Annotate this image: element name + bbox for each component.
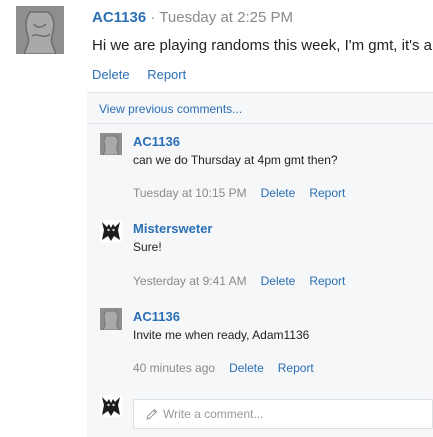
comment-delete-link[interactable]: Delete [261, 274, 296, 288]
comment-text: Invite me when ready, Adam1136 [133, 328, 310, 342]
post-author-name[interactable]: AC1136 [92, 9, 146, 26]
comment-timestamp[interactable]: Yesterday at 9:41 AM [133, 274, 247, 288]
post-delete-link[interactable]: Delete [92, 67, 130, 82]
comment-meta: Tuesday at 10:15 PM Delete Report [133, 186, 345, 200]
comment-meta: Yesterday at 9:41 AM Delete Report [133, 274, 345, 288]
write-comment-placeholder: Write a comment... [163, 407, 264, 421]
comment-text: Sure! [133, 240, 162, 254]
comment-report-link[interactable]: Report [309, 186, 345, 200]
comment-report-link[interactable]: Report [309, 274, 345, 288]
post-header: AC1136 · Tuesday at 2:25 PM [92, 9, 293, 26]
current-user-avatar [100, 395, 122, 417]
comment-timestamp[interactable]: Tuesday at 10:15 PM [133, 186, 247, 200]
post-body-text: Hi we are playing randoms this week, I'm… [92, 37, 433, 54]
comment-delete-link[interactable]: Delete [261, 186, 296, 200]
comment-avatar[interactable] [100, 133, 122, 155]
comment-author[interactable]: AC1136 [133, 309, 180, 324]
comment-avatar[interactable] [100, 308, 122, 330]
view-previous-comments-link[interactable]: View previous comments... [99, 102, 242, 116]
post-report-link[interactable]: Report [147, 67, 186, 82]
pencil-icon [146, 408, 158, 420]
comment-avatar[interactable] [100, 220, 122, 242]
post-timestamp[interactable]: Tuesday at 2:25 PM [159, 9, 293, 26]
post-separator: · [150, 9, 156, 26]
post-author-avatar[interactable] [16, 6, 64, 54]
comment-author[interactable]: Mistersweter [133, 221, 212, 236]
post-actions: Delete Report [92, 67, 200, 82]
comments-divider [87, 123, 433, 124]
comment-delete-link[interactable]: Delete [229, 361, 264, 375]
comment-meta: 40 minutes ago Delete Report [133, 361, 314, 375]
comment-report-link[interactable]: Report [278, 361, 314, 375]
comment-author[interactable]: AC1136 [133, 134, 180, 149]
comment-timestamp[interactable]: 40 minutes ago [133, 361, 215, 375]
comments-panel: View previous comments... AC1136 can we … [87, 92, 433, 437]
write-comment-input[interactable]: Write a comment... [133, 399, 433, 429]
comment-text: can we do Thursday at 4pm gmt then? [133, 153, 338, 167]
